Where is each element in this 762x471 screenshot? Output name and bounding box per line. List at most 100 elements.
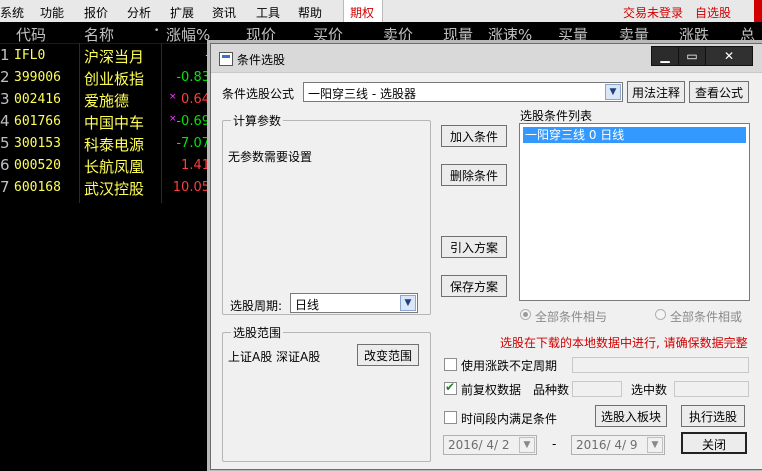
col-ask[interactable]: 卖价 [383, 24, 413, 45]
all-and-radio[interactable] [520, 309, 531, 320]
menu-analysis[interactable]: 分析 [127, 4, 151, 21]
margin-mark-icon: × [169, 114, 177, 124]
table-row[interactable]: 4 601766 中国中车 -0.69 × [0, 110, 212, 132]
date-to-value: 2016/ 4/ 9 [576, 438, 638, 452]
date-from-picker[interactable]: 2016/ 4/ 2 ▼ [443, 435, 537, 455]
period-select[interactable]: 日线 ▼ [290, 293, 418, 313]
chevron-down-icon[interactable]: ▼ [400, 295, 416, 311]
stock-code: 601766 [14, 114, 61, 129]
close-button[interactable]: 关闭 [681, 432, 747, 454]
menu-edge-marker [754, 0, 762, 22]
menu-system[interactable]: 系统 [0, 4, 24, 21]
change-range-button[interactable]: 改变范围 [357, 344, 419, 366]
chevron-down-icon[interactable]: ▼ [519, 437, 535, 453]
row-index: 4 [0, 112, 10, 130]
range-group-title: 选股范围 [231, 324, 284, 341]
formula-select-value: 一阳穿三线 - 选股器 [308, 87, 416, 101]
menu-tools[interactable]: 工具 [256, 4, 280, 21]
menu-options[interactable]: 期权 [343, 0, 383, 22]
no-params-text: 无参数需要设置 [228, 150, 313, 164]
stock-name: 中国中车 [84, 114, 145, 132]
stock-name: 长航凤凰 [84, 158, 145, 176]
period-label: 选股周期: [230, 299, 283, 313]
row-index: 6 [0, 156, 10, 174]
menu-help[interactable]: 帮助 [298, 4, 322, 21]
formula-label: 条件选股公式 [222, 87, 295, 101]
formula-select[interactable]: 一阳穿三线 - 选股器 ▼ [303, 82, 623, 102]
table-row[interactable]: 7 600168 武汉控股 10.05 [0, 176, 212, 198]
change-pct-value: 10.05 [172, 180, 210, 195]
col-bid[interactable]: 买价 [313, 24, 343, 45]
dialog-titlebar[interactable]: 条件选股 ▁ ▭ ✕ [211, 44, 762, 73]
execute-screening-button[interactable]: 执行选股 [681, 405, 745, 427]
forward-adjust-checkbox[interactable]: ✔ [444, 380, 457, 395]
col-speed[interactable]: 涨速% [488, 24, 532, 45]
variable-period-checkbox[interactable] [444, 358, 457, 371]
change-pct-value: -0.69 [176, 114, 210, 129]
import-plan-button[interactable]: 引入方案 [441, 236, 507, 258]
col-price[interactable]: 现价 [246, 24, 276, 45]
col-change[interactable]: 涨跌 [679, 24, 709, 45]
chevron-down-icon[interactable]: ▼ [647, 437, 663, 453]
stock-name: 科泰电源 [84, 136, 145, 154]
calc-params-group: 计算参数 无参数需要设置 选股周期: 日线 ▼ [222, 112, 431, 315]
change-pct-value: -7.07 [176, 136, 210, 151]
row-index: 2 [0, 68, 10, 86]
range-group: 选股范围 上证A股 深证A股 改变范围 [222, 324, 431, 462]
menu-extend[interactable]: 扩展 [170, 4, 194, 21]
save-plan-button[interactable]: 保存方案 [441, 275, 507, 297]
stock-name: 武汉控股 [84, 180, 145, 198]
period-select-value: 日线 [295, 298, 320, 312]
menu-bar: 系统 功能 报价 分析 扩展 资讯 工具 帮助 期权 交易未登录 自选股 [0, 0, 762, 23]
period-condition-checkbox[interactable] [444, 411, 457, 424]
stock-code: 000520 [14, 158, 61, 173]
col-volume[interactable]: 现量 [443, 24, 473, 45]
menu-quote[interactable]: 报价 [84, 4, 108, 21]
col-ask-volume[interactable]: 卖量 [619, 24, 649, 45]
menu-watchlist[interactable]: 自选股 [695, 4, 731, 21]
col-code[interactable]: 代码 [16, 24, 46, 45]
stock-name: 爱施德 [84, 92, 130, 110]
all-and-label: 全部条件相与 [535, 310, 608, 324]
row-index: 7 [0, 178, 10, 196]
view-formula-button[interactable]: 查看公式 [689, 81, 749, 103]
table-row[interactable]: 2 399006 创业板指 -0.83 [0, 66, 212, 88]
forward-adjust-label: 前复权数据 [461, 383, 522, 397]
maximize-button[interactable]: ▭ [678, 46, 706, 66]
date-to-picker[interactable]: 2016/ 4/ 9 ▼ [571, 435, 665, 455]
select-to-board-button[interactable]: 选股入板块 [595, 405, 667, 427]
table-row[interactable]: 3 002416 爱施德 0.64 × [0, 88, 212, 110]
condition-list-label: 选股条件列表 [520, 109, 593, 123]
stock-screener-dialog: 条件选股 ▁ ▭ ✕ 条件选股公式 一阳穿三线 - 选股器 ▼ 用法注释 查看公… [210, 43, 762, 470]
table-row[interactable]: 5 300153 科泰电源 -7.07 [0, 132, 212, 154]
delete-condition-button[interactable]: 删除条件 [441, 164, 507, 186]
usage-notes-button[interactable]: 用法注释 [627, 81, 685, 103]
add-condition-button[interactable]: 加入条件 [441, 125, 507, 147]
table-row[interactable]: 1 IFL0 沪深当月 - [0, 44, 212, 66]
stock-code: 002416 [14, 92, 61, 107]
stock-code: 399006 [14, 70, 61, 85]
row-index: 5 [0, 134, 10, 152]
variable-period-label: 使用涨跌不定周期 [461, 359, 558, 373]
chevron-down-icon[interactable]: ▼ [605, 84, 621, 100]
col-total[interactable]: 总 [740, 24, 755, 45]
condition-list[interactable]: 一阳穿三线 0 日线 [519, 123, 750, 301]
trade-login-status[interactable]: 交易未登录 [623, 4, 683, 21]
variable-period-field [572, 357, 749, 373]
menu-function[interactable]: 功能 [40, 4, 64, 21]
minimize-button[interactable]: ▁ [651, 46, 679, 66]
check-icon: ✔ [445, 380, 456, 394]
selected-count-field [674, 381, 749, 397]
stock-name: 创业板指 [84, 70, 145, 88]
col-change-pct[interactable]: 涨幅% [166, 24, 210, 45]
menu-info[interactable]: 资讯 [212, 4, 236, 21]
local-data-warning: 选股在下载的本地数据中进行, 请确保数据完整 [500, 336, 748, 350]
all-or-radio[interactable] [655, 309, 666, 320]
col-bid-volume[interactable]: 买量 [558, 24, 588, 45]
close-icon[interactable]: ✕ [705, 46, 753, 66]
condition-list-item[interactable]: 一阳穿三线 0 日线 [523, 127, 746, 143]
col-name[interactable]: 名称 [84, 24, 114, 45]
table-row[interactable]: 6 000520 长航凤凰 1.41 [0, 154, 212, 176]
change-pct-value: -0.83 [176, 70, 210, 85]
date-range-dash: - [552, 437, 557, 451]
